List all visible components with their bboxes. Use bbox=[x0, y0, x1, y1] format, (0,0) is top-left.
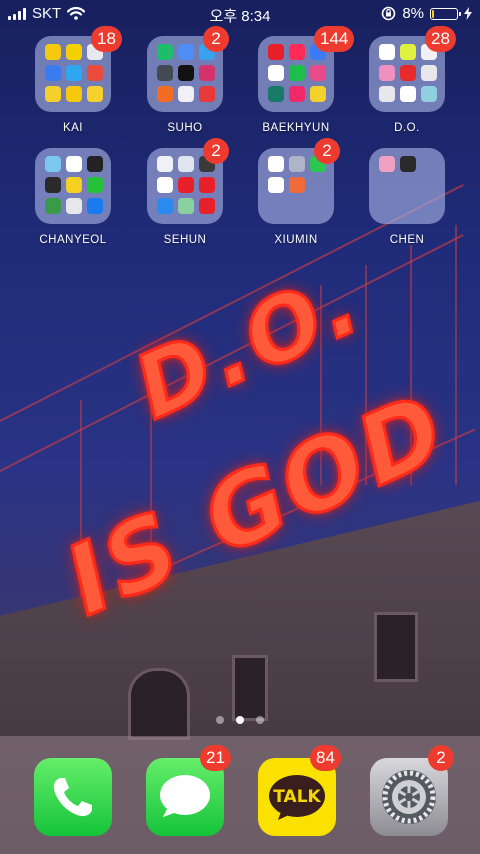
folder-badge: 2 bbox=[203, 138, 229, 164]
folder-app-icon bbox=[45, 177, 61, 193]
folder-label: SUHO bbox=[167, 122, 203, 134]
kakaotalk-badge: 84 bbox=[310, 745, 341, 771]
folder-app-icon bbox=[379, 44, 395, 60]
folder-app-icon bbox=[66, 44, 82, 60]
folder-app-icon bbox=[289, 177, 305, 193]
folder-app-icon bbox=[157, 177, 173, 193]
folder-label: SEHUN bbox=[163, 234, 207, 246]
folder-app-icon bbox=[421, 65, 437, 81]
folder-app-icon bbox=[268, 65, 284, 81]
folder-app-icon bbox=[379, 156, 395, 172]
page-dot-active[interactable] bbox=[236, 716, 244, 724]
folder-label: XIUMIN bbox=[274, 234, 318, 246]
folder-app-icon bbox=[289, 86, 305, 102]
folder-app-icon bbox=[45, 198, 61, 214]
folder-app-icon bbox=[289, 44, 305, 60]
folder-app-icon bbox=[268, 44, 284, 60]
folder-app-icon bbox=[379, 65, 395, 81]
folder-app-icon bbox=[157, 44, 173, 60]
folder-app-icon bbox=[178, 177, 194, 193]
folder-app-icon bbox=[289, 156, 305, 172]
page-dot[interactable] bbox=[216, 716, 224, 724]
folder-app-icon bbox=[66, 65, 82, 81]
folder-app-icon bbox=[310, 65, 326, 81]
folder-app-icon bbox=[87, 198, 103, 214]
folder-app-icon bbox=[157, 198, 173, 214]
phone-icon bbox=[53, 778, 92, 817]
folder-label: BAEKHYUN bbox=[262, 122, 330, 134]
folder-app-icon bbox=[178, 65, 194, 81]
phone-app[interactable] bbox=[34, 758, 112, 836]
page-dot[interactable] bbox=[256, 716, 264, 724]
folder-app-icon bbox=[178, 156, 194, 172]
folder-app-icon bbox=[87, 156, 103, 172]
folder-app-icon bbox=[87, 65, 103, 81]
folder-badge: 28 bbox=[425, 26, 456, 52]
folder-app-icon bbox=[87, 86, 103, 102]
folder-app-icon bbox=[178, 86, 194, 102]
folder-badge: 144 bbox=[314, 26, 355, 52]
folder-app-icon bbox=[199, 198, 215, 214]
folder-app-icon bbox=[157, 156, 173, 172]
status-bar: SKT 오후 8:34 8% bbox=[0, 0, 480, 28]
folder-app-icon bbox=[66, 156, 82, 172]
folder-app-icon bbox=[400, 65, 416, 81]
folder-badge: 18 bbox=[91, 26, 122, 52]
folder-app-icon bbox=[45, 44, 61, 60]
rotation-lock-icon bbox=[382, 6, 396, 21]
folder-app-icon bbox=[178, 44, 194, 60]
folder-label: KAI bbox=[62, 122, 84, 134]
folder-app-icon bbox=[157, 65, 173, 81]
folder-label: CHEN bbox=[389, 234, 425, 246]
folder-app-icon bbox=[87, 177, 103, 193]
folder-app-icon bbox=[199, 86, 215, 102]
sign-frame-post bbox=[455, 225, 457, 485]
building-window bbox=[232, 655, 268, 721]
messages-badge: 21 bbox=[200, 745, 231, 771]
folder-app-icon bbox=[66, 86, 82, 102]
battery-percent: 8% bbox=[402, 5, 424, 22]
folder-app-icon bbox=[268, 156, 284, 172]
folder-app-icon bbox=[45, 156, 61, 172]
folder-app-icon bbox=[400, 156, 416, 172]
battery-icon bbox=[430, 7, 461, 20]
folder-label: CHANYEOL bbox=[39, 234, 107, 246]
folder-badge: 2 bbox=[203, 26, 229, 52]
talk-label: TALK bbox=[273, 787, 321, 807]
folder-app-icon bbox=[199, 177, 215, 193]
folder-app-icon bbox=[421, 86, 437, 102]
folder-app-icon bbox=[45, 86, 61, 102]
building-window bbox=[374, 612, 418, 682]
charging-icon bbox=[464, 7, 472, 20]
folder-chanyeol[interactable] bbox=[35, 148, 111, 224]
folder-app-icon bbox=[400, 86, 416, 102]
folder-app-icon bbox=[400, 44, 416, 60]
folder-app-icon bbox=[178, 198, 194, 214]
folder-label: D.O. bbox=[394, 122, 420, 134]
folder-app-icon bbox=[199, 65, 215, 81]
folder-app-icon bbox=[310, 86, 326, 102]
folder-app-icon bbox=[379, 86, 395, 102]
folder-app-icon bbox=[268, 86, 284, 102]
settings-badge: 2 bbox=[428, 745, 454, 771]
folder-badge: 2 bbox=[314, 138, 340, 164]
arched-window bbox=[128, 668, 190, 740]
folder-app-icon bbox=[157, 86, 173, 102]
folder-app-icon bbox=[268, 177, 284, 193]
folder-app-icon bbox=[66, 198, 82, 214]
folder-app-icon bbox=[45, 65, 61, 81]
folder-app-icon bbox=[66, 177, 82, 193]
folder-app-icon bbox=[289, 65, 305, 81]
page-indicator[interactable] bbox=[0, 716, 480, 724]
folder-chen[interactable] bbox=[369, 148, 445, 224]
